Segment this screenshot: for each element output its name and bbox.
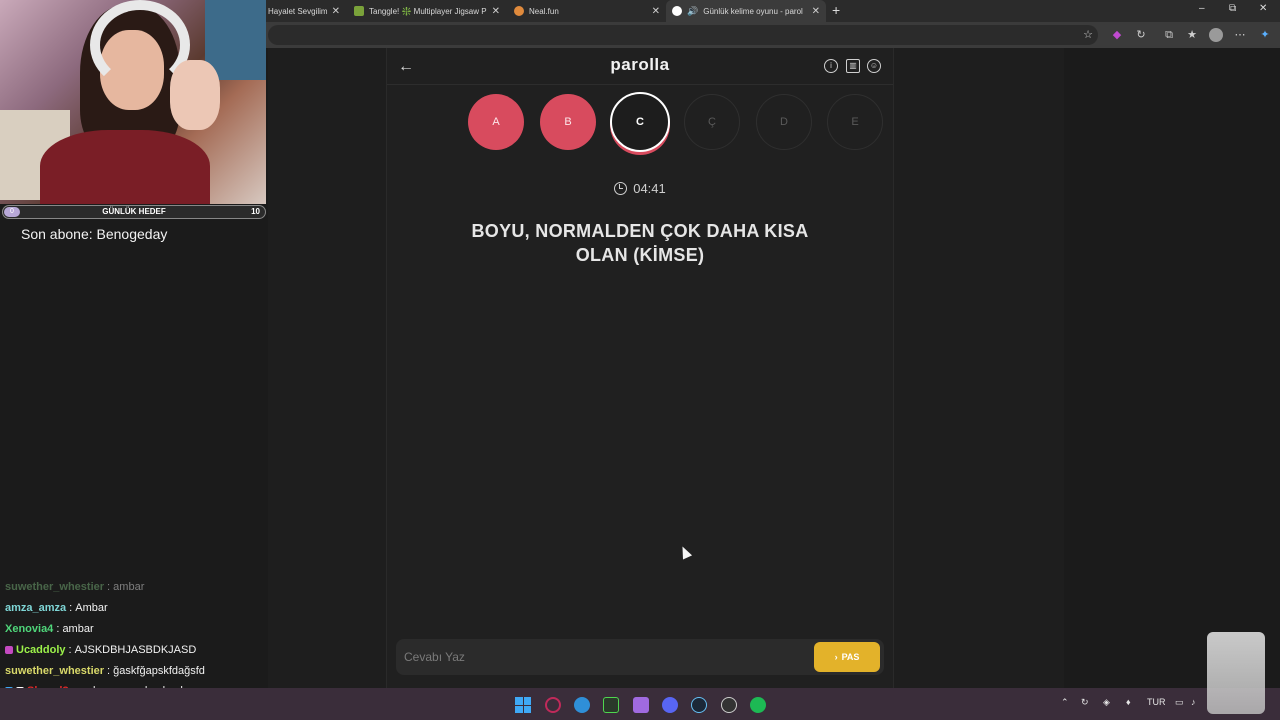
extension-icon[interactable]: ◆ [1110,28,1124,42]
split-screen-icon[interactable]: ⧉ [1162,28,1176,42]
webcam-shirt [40,130,210,204]
discord-icon[interactable] [662,697,678,713]
opera-icon[interactable] [545,697,561,713]
stream-overlay-widget [1207,632,1265,714]
tanggle-favicon-icon [354,6,364,16]
close-tab-icon[interactable]: ✕ [812,6,820,17]
spotify-icon[interactable] [750,697,766,713]
minimize-button[interactable]: – [1199,3,1205,14]
timer: 04:41 [600,181,680,196]
profile-avatar-icon[interactable] [1209,28,1223,42]
tray-volume-icon[interactable]: ♪ [1191,697,1196,707]
last-subscriber: Son abone: Benogeday [21,226,168,242]
tab-label: Hayalet Sevgilim [268,6,328,16]
timer-value: 04:41 [633,181,666,196]
heart-badge-icon [5,645,13,654]
letter-e: E [827,94,883,150]
pass-label: PAS [841,652,860,662]
clock-icon [614,182,628,195]
goal-label: GÜNLÜK HEDEF [102,207,166,216]
refresh-extension-icon[interactable]: ↻ [1134,28,1148,42]
chat-text: Ambar [75,602,108,615]
answer-input[interactable] [404,648,784,666]
keyboard-language[interactable]: TUR [1147,697,1166,707]
letter-d: D [756,94,812,150]
tab-label: Tanggle! ❇️ Multiplayer Jigsaw P [369,6,487,16]
tab-neal-fun[interactable]: Neal.fun ✕ [508,0,666,22]
tab-hayalet-sevgilim[interactable]: Hayalet Sevgilim ✕ [262,0,346,22]
pass-button[interactable]: › PAS [814,642,880,672]
chat-username: suwether_whestier [5,581,105,594]
letter-c-current: C [610,92,670,152]
letter-a: A [468,94,524,150]
chat-message: Ucaddoly : AJSKDBHJASBDKJASD [5,639,265,660]
copilot-icon[interactable]: ✦ [1258,28,1272,42]
answer-bar: › PAS [396,639,884,675]
chat-message: suwether_whestier : ambar [5,577,265,598]
tab-label: Neal.fun [529,6,559,16]
tab-label: Günlük kelime oyunu - parol [703,6,803,16]
question-line-1: BOYU, NORMALDEN ÇOK DAHA KISA [471,221,809,241]
tray-mic-icon[interactable]: ♦ [1126,697,1131,707]
chat-text: ambar [62,622,94,635]
chevron-right-icon: › [834,652,838,662]
more-menu-icon[interactable]: ⋯ [1233,28,1247,42]
vs-icon[interactable] [633,697,649,713]
close-window-button[interactable]: ✕ [1259,3,1267,14]
game-logo: parolla [610,55,670,74]
letter-c-cedilla: Ç [684,94,740,150]
webcam-hand [170,60,220,130]
address-bar[interactable] [268,25,1098,45]
neal-favicon-icon [514,6,524,16]
page-right-margin [1064,48,1280,688]
chat-message: suwether_whestier : ğaskfğapskfdağsfd [5,660,265,681]
chat-username: suwether_whestier [5,664,105,677]
chat-username: Xenovia4 [5,622,54,635]
daily-goal-bar: 0 GÜNLÜK HEDEF 10 [2,205,266,219]
favorite-star-icon[interactable]: ☆ [1081,28,1095,42]
maximize-button[interactable]: ⧉ [1229,3,1236,14]
question-line-2: OLAN (KİMSE) [575,245,705,265]
goal-max: 10 [251,207,260,216]
obs-icon[interactable] [721,697,737,713]
back-arrow-icon[interactable]: ← [398,58,414,76]
tray-chevron-up-icon[interactable]: ⌃ [1061,697,1069,708]
close-tab-icon[interactable]: ✕ [492,6,500,17]
webcam-feed [0,0,266,204]
chat-message: Xenovia4 : ambar [5,619,265,640]
close-tab-icon[interactable]: ✕ [652,6,660,17]
steam-icon[interactable] [691,697,707,713]
close-tab-icon[interactable]: ✕ [332,6,340,17]
edge-icon[interactable] [574,697,590,713]
chat-message: amza_amza : Ambar [5,598,265,619]
tray-sync-icon[interactable]: ↻ [1081,697,1089,708]
tab-parolla[interactable]: 🔊 Günlük kelime oyunu - parol ✕ [666,0,826,22]
tray-display-icon[interactable]: ▭ [1175,697,1184,708]
question-text: BOYU, NORMALDEN ÇOK DAHA KISA OLAN (KİMS… [430,219,850,267]
windows-start-icon[interactable] [515,697,531,713]
chat-text: ambar [113,581,145,594]
new-tab-button[interactable]: + [832,2,840,18]
chat-text: ğaskfğapskfdağsfd [113,664,205,677]
favorites-icon[interactable]: ★ [1185,28,1199,42]
profile-icon[interactable]: ☺ [867,59,881,73]
chat-text: AJSKDBHJASBDKJASD [74,643,197,656]
chat-username: amza_amza [5,602,67,615]
stats-icon[interactable]: ▥ [846,59,860,73]
tray-shield-icon[interactable]: ◈ [1103,697,1110,708]
letter-b: B [540,94,596,150]
info-icon[interactable]: i [824,59,838,73]
parolla-favicon-icon [672,6,682,16]
speaker-icon[interactable]: 🔊 [687,6,698,17]
chat-username: Ucaddoly [16,643,66,656]
header-divider [387,84,893,85]
media-player-icon[interactable] [603,697,619,713]
tab-tanggle[interactable]: Tanggle! ❇️ Multiplayer Jigsaw P ✕ [348,0,506,22]
screen: Hayalet Sevgilim ✕ Tanggle! ❇️ Multiplay… [0,0,1280,720]
